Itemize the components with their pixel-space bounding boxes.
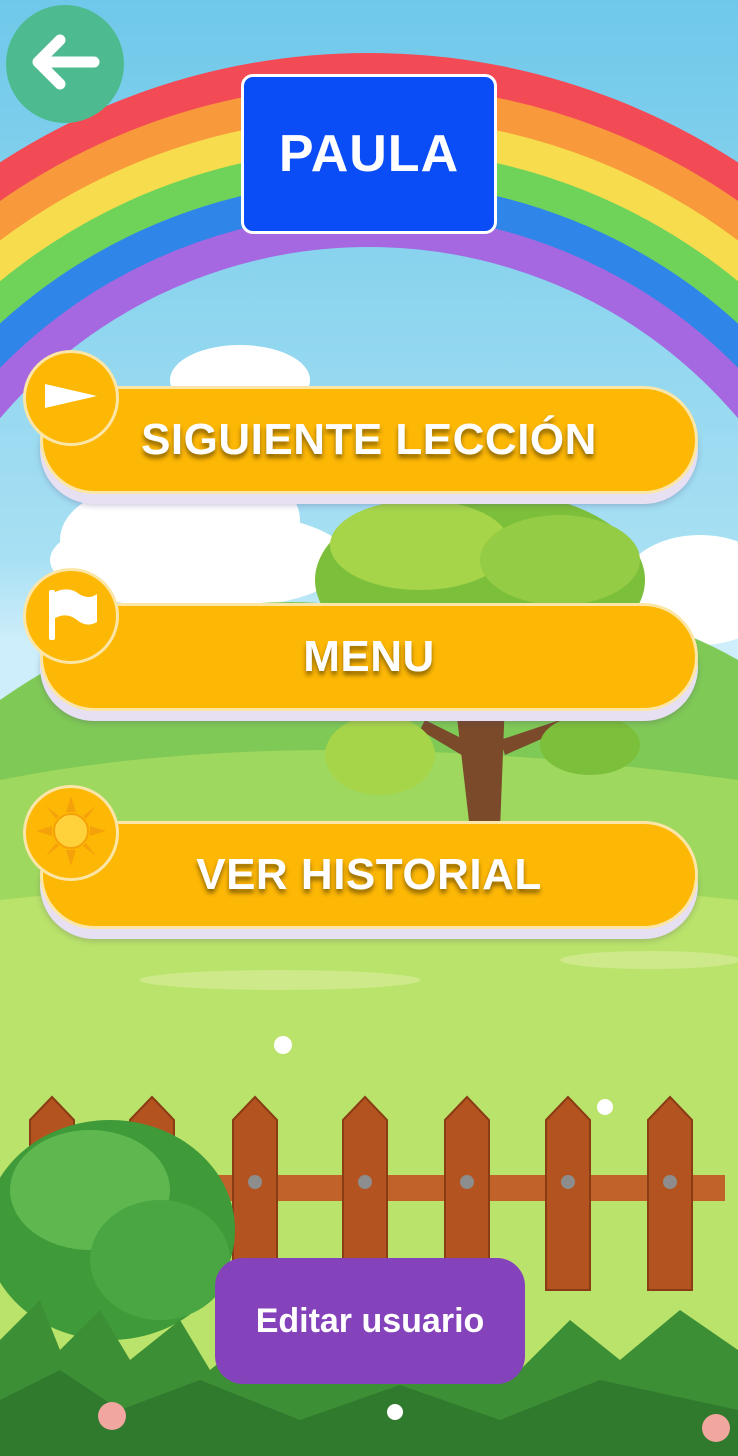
flag-icon (41, 584, 101, 649)
home-screen: PAULA SIGUIENTE LECCIÓN MENU VER HISTORI… (0, 0, 738, 1456)
view-history-label: VER HISTORIAL (196, 850, 542, 899)
arrow-left-icon (30, 34, 100, 95)
next-lesson-label: SIGUIENTE LECCIÓN (141, 415, 597, 464)
history-badge (23, 785, 119, 881)
menu-button[interactable]: MENU (40, 603, 698, 711)
next-lesson-badge (23, 350, 119, 446)
edit-user-label: Editar usuario (255, 1301, 485, 1340)
back-button[interactable] (6, 5, 124, 123)
play-triangle-icon (41, 376, 101, 421)
view-history-button[interactable]: VER HISTORIAL (40, 821, 698, 929)
username-box: PAULA (241, 74, 497, 234)
next-lesson-button[interactable]: SIGUIENTE LECCIÓN (40, 386, 698, 494)
menu-label: MENU (303, 632, 435, 681)
username-label: PAULA (278, 125, 460, 183)
sun-icon (34, 794, 108, 873)
edit-user-button[interactable]: Editar usuario (215, 1258, 525, 1384)
menu-badge (23, 568, 119, 664)
